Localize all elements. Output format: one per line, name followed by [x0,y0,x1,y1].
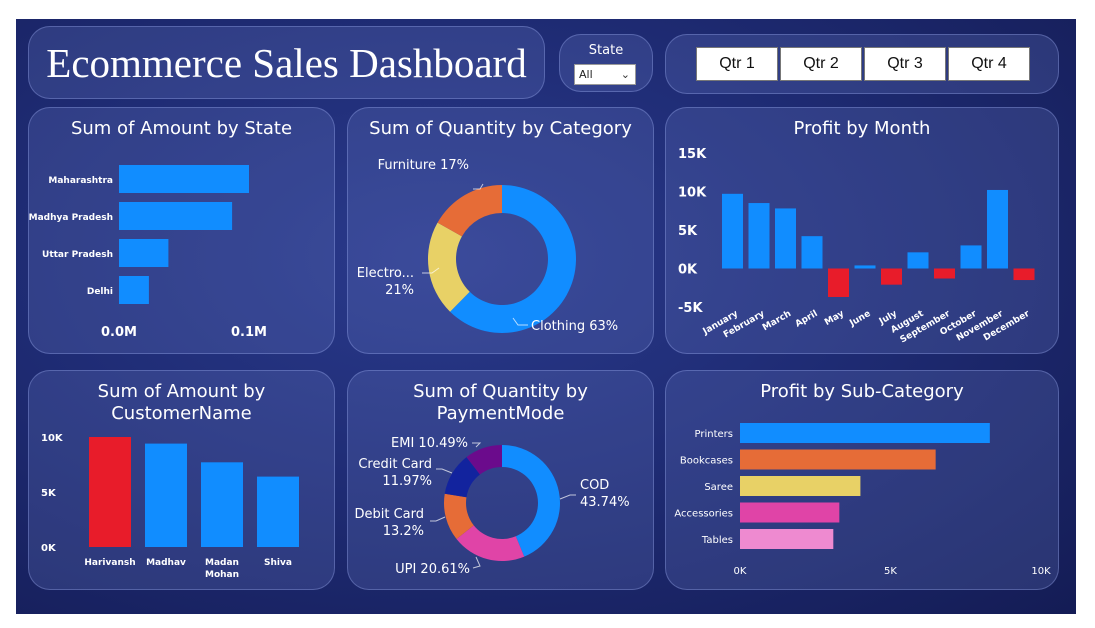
y-tick-label: 10K [41,433,64,444]
state-select[interactable]: All ⌄ [574,64,636,85]
y-tick-label: -5K [678,301,703,316]
customer-label: Harivansh [84,558,135,568]
customer-label: Shiva [264,558,292,568]
quarter-slicer-card: Qtr 1 Qtr 2 Qtr 3 Qtr 4 [665,34,1059,94]
state-label: Maharashtra [48,176,113,186]
category-label: Clothing 63% [531,319,618,334]
dashboard-title: Ecommerce Sales Dashboard [46,40,527,86]
month-bar [854,265,876,269]
chevron-down-icon: ⌄ [620,68,630,81]
profit-by-month-chart: 15K10K5K0K-5KJanuaryFebruaryMarch April Ma… [678,147,1035,346]
subcategory-label: Tables [701,535,733,546]
x-tick-label: 0K [734,566,747,577]
subcategory-label: Bookcases [680,456,733,467]
payment-label: Debit Card [354,507,424,522]
profit-by-month-card: Profit by Month 15K 10K 5K 0K -5K January Febr… [665,107,1059,354]
quarter-button-3[interactable]: Qtr 3 [864,47,946,81]
state-select-value: All [579,68,593,81]
amount-by-customer-chart: 10K 5K 0K Harivansh Madhav Madan Mohan Shiva [41,433,299,580]
category-label: Furniture 17% [378,158,469,173]
quantity-by-category-chart: Clothing 63% Electro... 21% Furniture 17% [357,158,618,334]
leader-line [436,468,453,474]
customer-label: Madhav [146,558,186,568]
payment-label: UPI 20.61% [395,562,470,577]
customer-label: Mohan [205,570,239,580]
month-label: March [761,309,793,333]
x-tick-label: 5K [884,566,897,577]
payment-label: Credit Card [358,457,432,472]
month-bar [934,268,955,279]
subcategory-bar [740,449,936,470]
payment-label: 11.97% [382,474,432,489]
leader-line [559,494,576,500]
y-tick-label: 15K [678,147,707,162]
quantity-by-payment-card: Sum of Quantity by PaymentMode COD 43.74%… [347,370,654,590]
state-bar [119,165,249,193]
y-tick-label: 0K [41,543,57,554]
x-tick-label: 10K [1031,566,1051,577]
y-tick-label: 0K [678,263,698,278]
subcategory-label: Saree [704,482,733,493]
state-label: Madhya Pradesh [29,213,113,223]
quarter-button-1[interactable]: Qtr 1 [696,47,778,81]
month-bar [722,193,743,269]
amount-by-state-card: Sum of Amount by State Maharashtra Madhya… [28,107,335,354]
payment-label: EMI 10.49% [391,436,468,451]
category-label: 21% [385,283,414,298]
quantity-by-category-card: Sum of Quantity by Category Clothing 63%… [347,107,654,354]
y-tick-label: 10K [678,186,707,201]
leader-line [472,442,482,448]
month-label: June [847,309,872,329]
month-bar [960,245,982,269]
month-bar [907,252,929,269]
month-label: April [794,309,820,330]
month-label: May [823,309,846,328]
x-tick-label: 0.0M [101,325,137,340]
state-filter-label: State [588,43,624,58]
subcategory-label: Accessories [674,509,733,520]
state-bar [119,239,169,267]
month-bar [987,189,1008,269]
state-filter-card: State All ⌄ [559,34,653,92]
state-bar [119,276,149,304]
subcategory-bar [740,529,834,549]
month-bar [748,203,770,269]
dashboard: Ecommerce Sales Dashboard State All ⌄ Qt… [16,19,1076,614]
subcategory-bar [740,502,840,523]
title-card: Ecommerce Sales Dashboard [28,26,545,99]
state-bar [119,202,233,230]
payment-label: 43.74% [580,495,630,510]
category-label: Electro... [357,266,414,281]
subcategory-bar [740,476,861,496]
month-bar [775,208,796,269]
leader-line [472,556,481,569]
x-tick-label: 0.1M [231,325,267,340]
month-bar [828,268,849,297]
quarter-button-4[interactable]: Qtr 4 [948,47,1030,81]
customer-bar [201,462,243,547]
leader-line [430,516,446,522]
customer-bar [257,476,299,547]
customer-bar [89,437,131,547]
y-tick-label: 5K [41,488,57,499]
amount-by-customer-card: Sum of Amount by CustomerName 10K 5K 0K Har… [28,370,335,590]
quantity-by-payment-chart: COD 43.74% UPI 20.61% Debit Card 13.2% Credit… [354,436,630,577]
profit-by-subcategory-card: Profit by Sub-Category Printers Bookcases… [665,370,1059,590]
state-label: Delhi [87,287,113,297]
payment-label: COD [580,478,609,493]
state-label: Uttar Pradesh [42,250,113,260]
month-bar [801,236,823,269]
profit-by-subcategory-chart: Printers Bookcases Saree Accessories Tables 0… [674,423,1051,577]
amount-by-state-chart: Maharashtra Madhya Pradesh Uttar Pradesh De… [29,165,267,340]
subcategory-bar [740,423,990,443]
customer-bar [145,443,187,547]
month-bar [1013,268,1035,281]
month-bar [881,268,902,285]
quarter-button-2[interactable]: Qtr 2 [780,47,862,81]
customer-label: Madan [205,558,239,568]
payment-label: 13.2% [383,524,424,539]
subcategory-label: Printers [695,429,733,440]
y-tick-label: 5K [678,224,698,239]
